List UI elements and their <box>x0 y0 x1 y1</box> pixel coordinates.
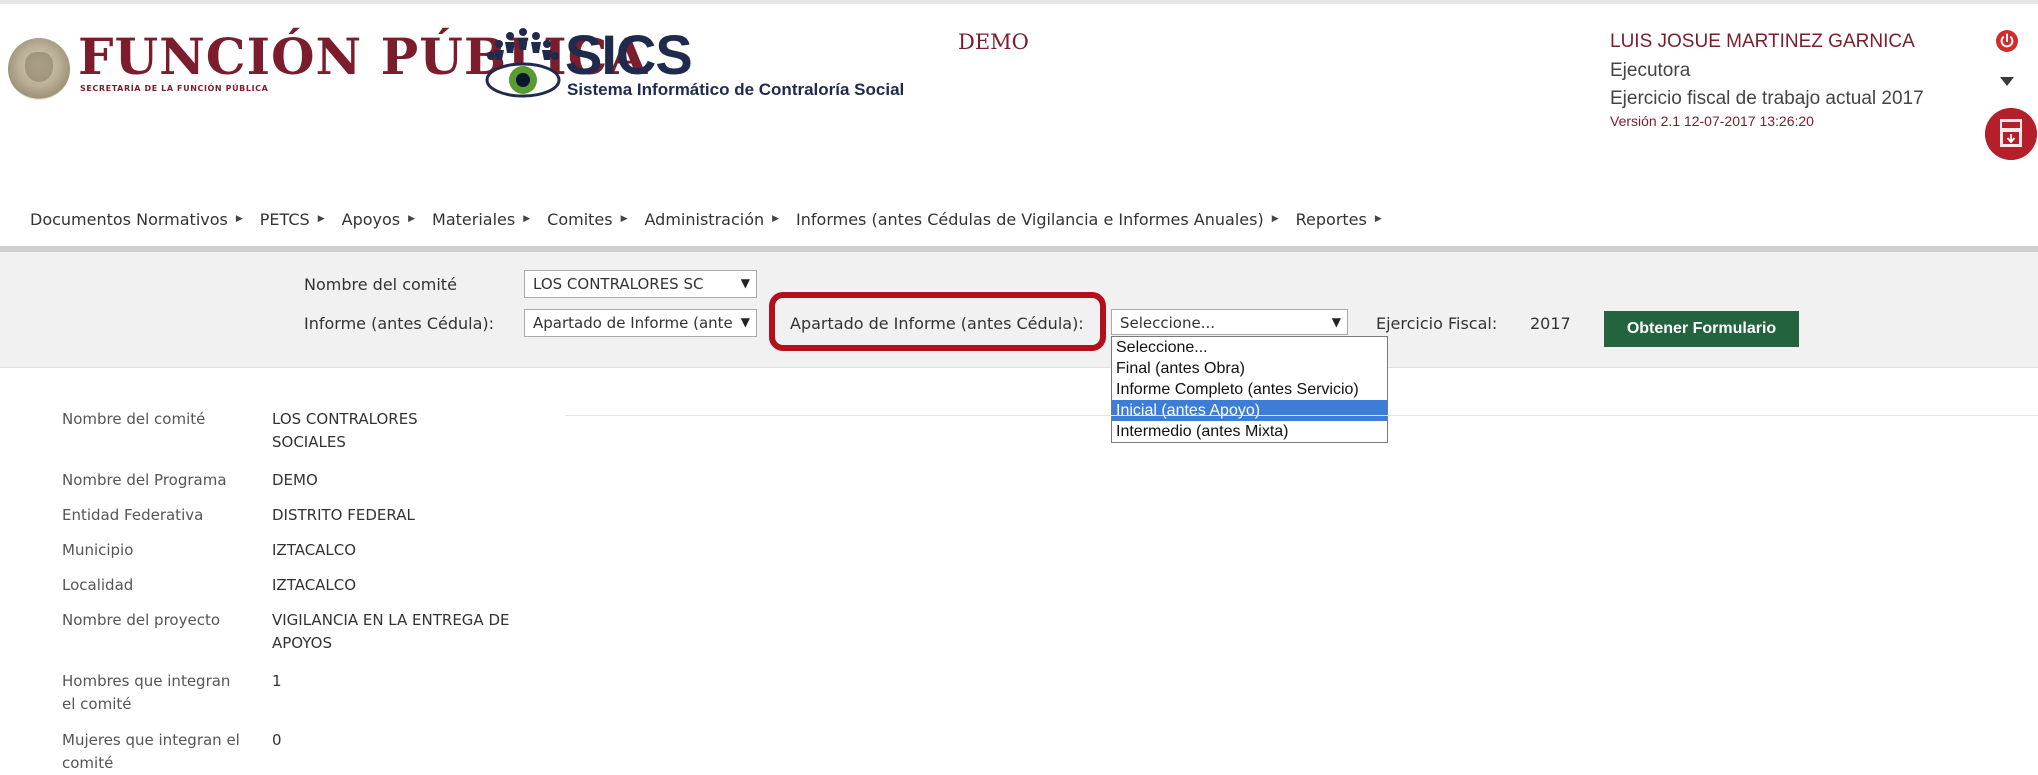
get-form-button[interactable]: Obtener Formulario <box>1604 311 1799 347</box>
details-divider <box>565 415 2038 416</box>
menu-label: Reportes <box>1295 209 1367 229</box>
fiscal-year-info: Ejercicio fiscal de trabajo actual 2017 <box>1610 88 1924 109</box>
menu-materiales[interactable]: Materiales ▶ <box>432 210 530 229</box>
report-select-value: Apartado de Informe (ante <box>533 314 733 332</box>
fiscal-year-value: 2017 <box>1530 314 1571 333</box>
coat-of-arms-icon <box>8 38 70 100</box>
detail-label: Municipio <box>62 541 134 559</box>
chevron-right-icon: ▶ <box>523 214 531 224</box>
detail-label: Hombres que integran el comité <box>62 672 231 713</box>
committee-select-value: LOS CONTRALORES SC <box>533 275 704 293</box>
select-caret-icon: ▼ <box>740 276 750 290</box>
detail-value: DISTRITO FEDERAL <box>272 506 415 524</box>
menu-administracion[interactable]: Administración ▶ <box>645 210 780 229</box>
detail-value: VIGILANCIA EN LA ENTREGA DE APOYOS <box>272 611 510 652</box>
program-title: DEMO <box>958 30 1029 54</box>
committee-label: Nombre del comité <box>304 275 457 294</box>
app-logo-subtitle: Sistema Informático de Contraloría Socia… <box>567 80 905 99</box>
report-label: Informe (antes Cédula): <box>304 314 495 333</box>
detail-label: Nombre del proyecto <box>62 611 220 629</box>
caret-down-icon[interactable] <box>1999 75 2015 87</box>
dropdown-option[interactable]: Final (antes Obra) <box>1112 358 1387 379</box>
chevron-right-icon: ▶ <box>1374 214 1382 224</box>
dropdown-option[interactable]: Informe Completo (antes Servicio) <box>1112 379 1387 400</box>
menu-apoyos[interactable]: Apoyos ▶ <box>342 210 415 229</box>
menu-label: Materiales <box>432 209 516 229</box>
menu-label: Apoyos <box>341 209 401 229</box>
app-header: FUNCIÓN PÚBLICA SECRETARÍA DE LA FUNCIÓN… <box>0 0 2038 160</box>
menu-label: Administración <box>644 209 765 229</box>
section-select[interactable]: Seleccione... ▼ <box>1111 309 1348 335</box>
dropdown-option-highlighted[interactable]: Inicial (antes Apoyo) <box>1112 400 1387 421</box>
main-menu: Documentos Normativos ▶ PETCS ▶ Apoyos ▶ Ma… <box>0 198 2038 240</box>
section-select-value: Seleccione... <box>1120 314 1216 332</box>
detail-label: Nombre del comité <box>62 410 206 428</box>
report-select[interactable]: Apartado de Informe (ante ▼ <box>524 309 757 337</box>
chevron-right-icon: ▶ <box>317 214 325 224</box>
chevron-right-icon: ▶ <box>235 214 243 224</box>
detail-label: Localidad <box>62 576 134 594</box>
power-icon[interactable] <box>1996 30 2018 52</box>
detail-value: 0 <box>272 731 282 749</box>
select-caret-icon: ▼ <box>740 315 750 329</box>
menu-petcs[interactable]: PETCS ▶ <box>260 210 325 229</box>
menu-label: Comites <box>547 209 613 229</box>
menu-documentos-normativos[interactable]: Documentos Normativos ▶ <box>30 210 243 229</box>
version-info: Versión 2.1 12-07-2017 13:26:20 <box>1610 113 1814 129</box>
detail-value: DEMO <box>272 471 318 489</box>
dropdown-option[interactable]: Seleccione... <box>1112 337 1387 358</box>
section-label: Apartado de Informe (antes Cédula): <box>790 314 1084 333</box>
menu-informes[interactable]: Informes (antes Cédulas de Vigilancia e … <box>796 210 1279 229</box>
top-border <box>0 0 2038 4</box>
menu-label: PETCS <box>259 209 310 229</box>
detail-value: 1 <box>272 672 282 690</box>
detail-label: Entidad Federativa <box>62 506 204 524</box>
fiscal-year-label: Ejercicio Fiscal: <box>1376 314 1498 333</box>
section-dropdown-list: Seleccione... Final (antes Obra) Informe… <box>1111 336 1388 443</box>
dropdown-option[interactable]: Intermedio (antes Mixta) <box>1112 421 1387 442</box>
user-role: Ejecutora <box>1610 60 1691 81</box>
select-caret-icon: ▼ <box>1331 315 1341 329</box>
chevron-right-icon: ▶ <box>772 214 780 224</box>
menu-label: Informes (antes Cédulas de Vigilancia e … <box>796 209 1264 229</box>
committee-select[interactable]: LOS CONTRALORES SC ▼ <box>524 270 757 298</box>
chevron-right-icon: ▶ <box>620 214 628 224</box>
detail-value: IZTACALCO <box>272 541 357 559</box>
menu-label: Documentos Normativos <box>30 209 228 229</box>
menu-reportes[interactable]: Reportes ▶ <box>1296 210 1382 229</box>
brand-logo-subtitle: SECRETARÍA DE LA FUNCIÓN PÚBLICA <box>80 84 269 93</box>
detail-label: Mujeres que integran el comité <box>62 731 240 772</box>
detail-label: Nombre del Programa <box>62 471 227 489</box>
sics-people-eye-icon <box>485 28 561 98</box>
chevron-right-icon: ▶ <box>1271 214 1279 224</box>
detail-value: LOS CONTRALORES SOCIALES <box>272 410 418 451</box>
manual-download-icon[interactable] <box>1985 108 2037 160</box>
user-name: LUIS JOSUE MARTINEZ GARNICA <box>1610 31 1915 52</box>
chevron-right-icon: ▶ <box>408 214 416 224</box>
app-logo-text: SICS <box>565 23 693 86</box>
detail-value: IZTACALCO <box>272 576 357 594</box>
menu-comites[interactable]: Comites ▶ <box>547 210 627 229</box>
